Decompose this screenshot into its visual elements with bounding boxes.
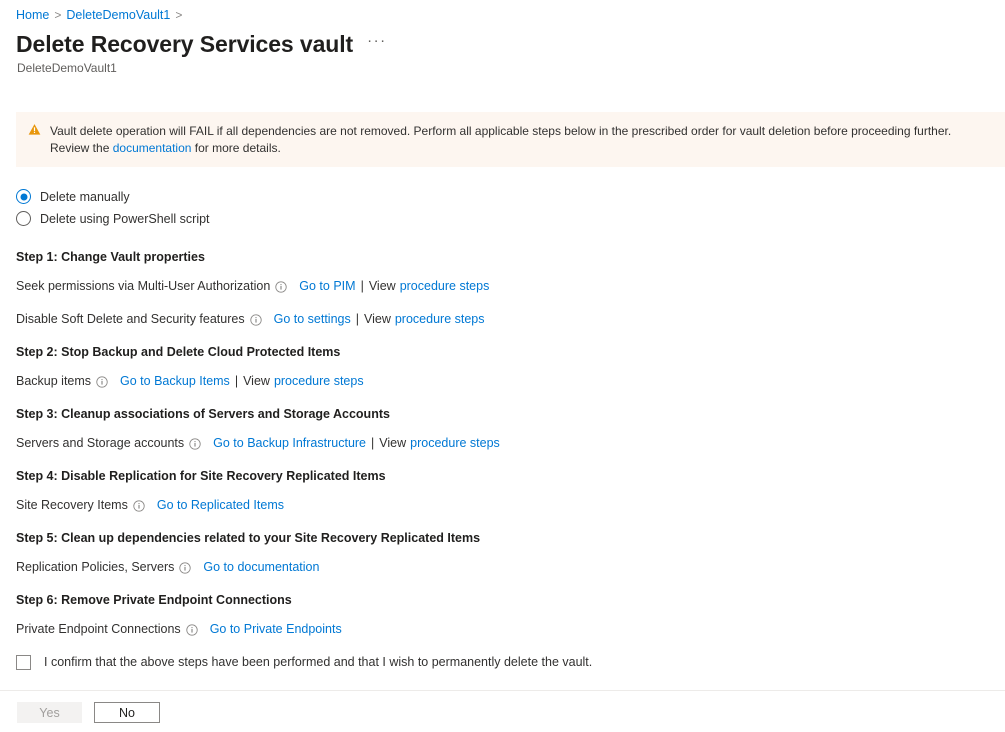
go-to-replicated-items-link[interactable]: Go to Replicated Items [157, 497, 284, 514]
warning-banner: Vault delete operation will FAIL if all … [16, 112, 1005, 167]
view-word: View [364, 311, 391, 328]
view-word: View [243, 373, 270, 390]
steps-list: Step 1: Change Vault properties Seek per… [0, 249, 1005, 638]
go-to-backup-infrastructure-link[interactable]: Go to Backup Infrastructure [213, 435, 366, 452]
confirm-checkbox[interactable] [16, 655, 31, 670]
warning-triangle-icon [28, 123, 41, 139]
more-options-icon[interactable]: ··· [365, 32, 389, 56]
procedure-steps-link[interactable]: procedure steps [400, 278, 490, 295]
confirm-delete-row[interactable]: I confirm that the above steps have been… [0, 654, 1005, 671]
breadcrumb-separator-icon-2: > [175, 7, 182, 23]
row-separator: | [361, 278, 364, 295]
step-row-site-recovery-items: Site Recovery Items Go to Replicated Ite… [0, 497, 1005, 514]
go-to-private-endpoints-link[interactable]: Go to Private Endpoints [210, 621, 342, 638]
breadcrumb-item-home[interactable]: Home [16, 7, 49, 23]
info-icon[interactable] [96, 376, 108, 388]
delete-mode-radio-group: Delete manually Delete using PowerShell … [16, 186, 1005, 229]
yes-button[interactable]: Yes [17, 702, 82, 723]
info-icon[interactable] [133, 500, 145, 512]
info-icon[interactable] [186, 624, 198, 636]
step-block-3: Step 3: Cleanup associations of Servers … [0, 406, 1005, 452]
go-to-pim-link[interactable]: Go to PIM [299, 278, 355, 295]
step-heading-6: Step 6: Remove Private Endpoint Connecti… [0, 592, 1005, 609]
warning-message: Vault delete operation will FAIL if all … [50, 122, 993, 157]
page-title: Delete Recovery Services vault [16, 29, 353, 59]
footer-actions: Yes No [0, 691, 1005, 723]
documentation-link[interactable]: documentation [113, 141, 192, 155]
breadcrumb: Home > DeleteDemoVault1 > [0, 0, 1005, 23]
info-icon[interactable] [179, 562, 191, 574]
breadcrumb-item-vault[interactable]: DeleteDemoVault1 [66, 7, 170, 23]
step-row-label: Disable Soft Delete and Security feature… [16, 311, 245, 328]
step-heading-4: Step 4: Disable Replication for Site Rec… [0, 468, 1005, 485]
breadcrumb-separator-icon: > [54, 7, 61, 23]
procedure-steps-link[interactable]: procedure steps [410, 435, 500, 452]
radio-option-delete-powershell[interactable]: Delete using PowerShell script [16, 208, 1005, 229]
step-row-backup-items: Backup items Go to Backup Items | View p… [0, 373, 1005, 390]
radio-label-powershell: Delete using PowerShell script [40, 211, 210, 227]
step-row-replication-policies: Replication Policies, Servers Go to docu… [0, 559, 1005, 576]
step-row-label: Replication Policies, Servers [16, 559, 174, 576]
info-icon[interactable] [189, 438, 201, 450]
step-block-5: Step 5: Clean up dependencies related to… [0, 530, 1005, 576]
info-icon[interactable] [250, 314, 262, 326]
info-icon[interactable] [275, 281, 287, 293]
step-row-label: Backup items [16, 373, 91, 390]
go-to-backup-items-link[interactable]: Go to Backup Items [120, 373, 230, 390]
step-row-mua: Seek permissions via Multi-User Authoriz… [0, 278, 1005, 295]
step-row-private-endpoints: Private Endpoint Connections Go to Priva… [0, 621, 1005, 638]
step-block-1: Step 1: Change Vault properties Seek per… [0, 249, 1005, 328]
step-block-6: Step 6: Remove Private Endpoint Connecti… [0, 592, 1005, 638]
page-header: Delete Recovery Services vault ··· [0, 23, 1005, 59]
confirm-checkbox-label: I confirm that the above steps have been… [44, 654, 592, 671]
step-block-4: Step 4: Disable Replication for Site Rec… [0, 468, 1005, 514]
row-separator: | [356, 311, 359, 328]
footer-bar: Yes No [0, 690, 1005, 732]
go-to-settings-link[interactable]: Go to settings [274, 311, 351, 328]
radio-label-manual: Delete manually [40, 189, 130, 205]
radio-option-delete-manually[interactable]: Delete manually [16, 186, 1005, 207]
step-heading-2: Step 2: Stop Backup and Delete Cloud Pro… [0, 344, 1005, 361]
step-row-label: Private Endpoint Connections [16, 621, 181, 638]
step-heading-5: Step 5: Clean up dependencies related to… [0, 530, 1005, 547]
step-block-2: Step 2: Stop Backup and Delete Cloud Pro… [0, 344, 1005, 390]
step-row-servers-storage: Servers and Storage accounts Go to Backu… [0, 435, 1005, 452]
page-subtitle: DeleteDemoVault1 [0, 59, 1005, 76]
step-heading-1: Step 1: Change Vault properties [0, 249, 1005, 266]
step-row-label: Seek permissions via Multi-User Authoriz… [16, 278, 270, 295]
view-word: View [379, 435, 406, 452]
step-heading-3: Step 3: Cleanup associations of Servers … [0, 406, 1005, 423]
view-word: View [369, 278, 396, 295]
go-to-documentation-link[interactable]: Go to documentation [203, 559, 319, 576]
radio-indicator-powershell[interactable] [16, 211, 31, 226]
row-separator: | [235, 373, 238, 390]
radio-indicator-manual[interactable] [16, 189, 31, 204]
row-separator: | [371, 435, 374, 452]
warning-text-after: for more details. [195, 141, 281, 155]
step-row-soft-delete: Disable Soft Delete and Security feature… [0, 311, 1005, 328]
step-row-label: Site Recovery Items [16, 497, 128, 514]
procedure-steps-link[interactable]: procedure steps [395, 311, 485, 328]
no-button[interactable]: No [94, 702, 160, 723]
procedure-steps-link[interactable]: procedure steps [274, 373, 364, 390]
step-row-label: Servers and Storage accounts [16, 435, 184, 452]
